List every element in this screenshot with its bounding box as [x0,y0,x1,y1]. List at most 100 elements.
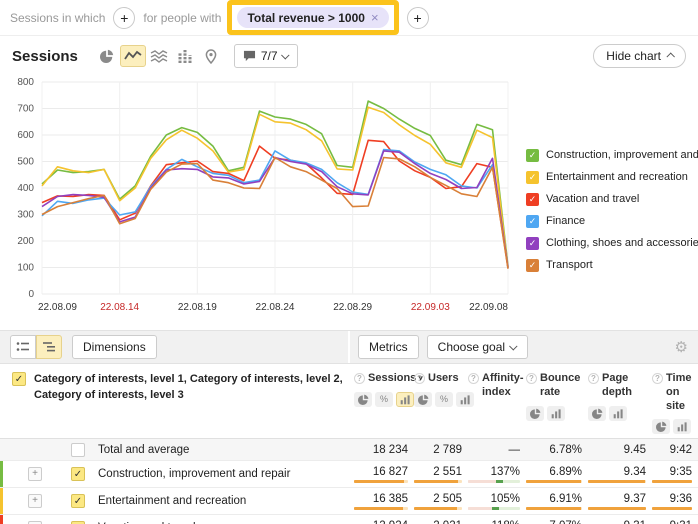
metrica-report-page: Sessions in which + for people with Tota… [0,0,698,524]
row-checkbox[interactable] [71,443,85,457]
expand-row-button[interactable]: + [28,467,42,481]
expand-row-button[interactable]: + [28,494,42,508]
legend-item[interactable]: ✓Finance [526,210,694,232]
help-icon[interactable]: ? [588,373,599,384]
percent-toggle-icon[interactable]: % [435,392,453,407]
metric-value-cell: — [468,444,526,456]
legend-item[interactable]: ✓Vacation and travel [526,188,694,210]
row-name-cell: + ✓ Construction, improvement and repair [0,467,354,481]
speech-bubble-icon [243,50,256,62]
column-chart-icon[interactable] [172,45,198,67]
legend-label: Transport [546,259,593,271]
gear-icon[interactable]: ⚙ [675,338,688,356]
remove-condition-icon[interactable]: × [371,10,379,25]
metric-value: 2 789 [414,444,462,456]
table-row[interactable]: +✓Construction, improvement and repair16… [0,461,698,488]
metric-value: 2 551 [414,466,462,478]
metric-value-cell: 118% [468,520,526,524]
metric-value: 9.37 [588,493,646,505]
bars-toggle-icon[interactable] [609,406,627,421]
pie-toggle-icon[interactable] [588,406,606,421]
legend-checkbox[interactable]: ✓ [526,149,539,162]
segment-condition-chip[interactable]: Total revenue > 1000 × [237,7,388,28]
select-all-checkbox[interactable]: ✓ [12,372,26,386]
stacked-chart-icon[interactable] [146,45,172,67]
legend-item[interactable]: ✓ Entertainment and recreation [526,166,694,188]
metric-column-label: Affinity-index [482,372,524,400]
legend-label: Clothing, shoes and accessories [546,237,698,249]
legend-checkbox[interactable]: ✓ [526,259,539,272]
metric-value-cell: 9.37 [588,493,652,510]
svg-text:300: 300 [17,210,34,221]
help-icon[interactable]: ? [414,373,425,384]
metric-column-header[interactable]: ?Page depth [588,370,652,438]
table-controls-bar: Dimensions Metrics Choose goal ⚙ [0,330,698,364]
row-label: Construction, improvement and repair [98,468,290,480]
metric-value-cell: 9:36 [652,493,698,510]
table-row[interactable]: Total and average18 2342 789—6.78%9.459:… [0,439,698,461]
legend-checkbox[interactable]: ✓ [526,193,539,206]
metric-column-label: Time on site [666,372,692,413]
pie-toggle-icon[interactable] [414,392,432,407]
annotation-highlight-box: Total revenue > 1000 × [227,0,398,35]
help-icon[interactable]: ? [652,373,663,384]
svg-text:600: 600 [17,130,34,141]
svg-text:22.08.19: 22.08.19 [178,302,217,313]
metric-column-header[interactable]: ?Bounce rate [526,370,588,438]
hide-chart-label: Hide chart [606,49,661,63]
line-chart-icon[interactable] [120,45,146,67]
legend-checkbox[interactable]: ✓ [526,237,539,250]
metric-value: 9.34 [588,466,646,478]
help-icon[interactable]: ? [354,373,365,384]
metric-column-header[interactable]: ?Users% [414,370,468,438]
legend-checkbox[interactable]: ✓ [526,171,539,184]
metric-value-cell: 7.07% [526,520,588,524]
hide-chart-button[interactable]: Hide chart [593,44,686,68]
metric-column-header[interactable]: ?Time on site [652,370,698,438]
annotations-chip[interactable]: 7/7 [234,44,298,68]
metric-display-toggles: % [354,392,414,407]
table-row[interactable]: +✓Vacation and travel12 9242 021118%7.07… [0,515,698,524]
metric-value: 16 385 [354,493,408,505]
legend-item[interactable]: ✓Clothing, shoes and accessories [526,232,694,254]
row-checkbox[interactable]: ✓ [71,467,85,481]
tree-view-icon[interactable] [36,335,62,359]
percent-toggle-icon[interactable]: % [375,392,393,407]
legend-label: Entertainment and recreation [546,171,688,183]
row-checkbox[interactable]: ✓ [71,494,85,508]
map-pin-icon[interactable] [198,45,224,67]
bars-toggle-icon[interactable] [396,392,414,407]
line-chart-svg[interactable]: 010020030040050060070080022.08.0922.08.1… [0,72,534,324]
add-session-condition-button[interactable]: + [113,7,135,29]
legend-checkbox[interactable]: ✓ [526,215,539,228]
dimension-header-cell: ✓ Category of interests, level 1, Catego… [0,370,354,438]
table-row[interactable]: +✓Entertainment and recreation16 3852 50… [0,488,698,515]
metric-value-cell: 2 551 [414,466,468,483]
flat-list-view-icon[interactable] [10,335,36,359]
bars-toggle-icon[interactable] [673,419,691,434]
legend-item[interactable]: ✓Construction, improvement and repair [526,144,694,166]
pie-toggle-icon[interactable] [652,419,670,434]
help-icon[interactable]: ? [526,373,537,384]
choose-goal-dropdown[interactable]: Choose goal [427,335,528,359]
metric-bar [588,507,646,510]
metric-bar [354,480,408,483]
chart-title: Sessions [12,48,78,65]
dimensions-button[interactable]: Dimensions [72,335,157,359]
add-user-condition-button[interactable]: + [407,7,429,29]
bars-toggle-icon[interactable] [547,406,565,421]
metrics-button[interactable]: Metrics [358,335,419,359]
metric-bar [652,507,692,510]
legend-item[interactable]: ✓ Transport [526,254,694,276]
pie-chart-icon[interactable] [94,45,120,67]
metric-column-header[interactable]: ?Sessions▾% [354,370,414,438]
metric-column-header[interactable]: ?Affinity-index [468,370,526,438]
chart-legend: ✓Construction, improvement and repair✓En… [526,144,694,276]
metric-value: — [468,444,520,456]
help-icon[interactable]: ? [468,373,479,384]
chevron-up-icon [666,52,674,60]
pie-toggle-icon[interactable] [354,392,372,407]
pie-toggle-icon[interactable] [526,406,544,421]
metric-value: 6.78% [526,444,582,456]
metric-value-cell: 9:42 [652,444,698,456]
